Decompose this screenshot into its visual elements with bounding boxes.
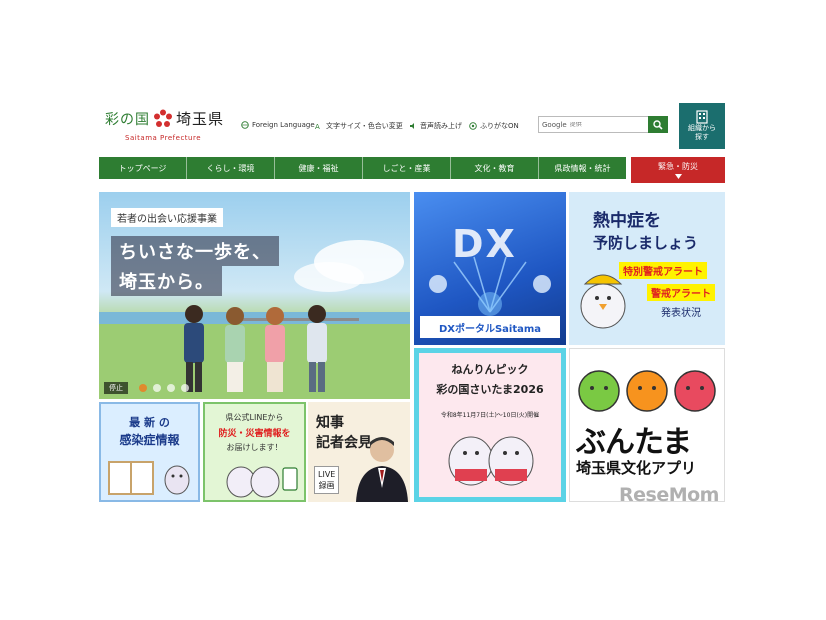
resemom-watermark: ReseMom: [619, 484, 719, 506]
dx-title: DX: [452, 222, 517, 266]
window-mascot-icon: [108, 461, 190, 495]
line-line1: 県公式LINEから: [225, 413, 284, 422]
heatstroke-banner[interactable]: 熱中症を 予防しましょう 特別警戒アラート 警戒アラート 発表状況: [569, 192, 725, 345]
logo-name-text: 埼玉県: [176, 110, 225, 128]
site-search: Google: [538, 116, 666, 133]
saitama-homepage: 彩の国 埼玉県 Saitama Prefecture Foreign Langu…: [0, 0, 826, 620]
nav-item-culture[interactable]: 文化・教育: [451, 157, 539, 179]
hero-headline-2: 埼玉から。: [111, 266, 222, 296]
search-icon: [653, 119, 663, 130]
alert-label: 警戒アラート: [647, 284, 715, 301]
heatstroke-subtitle: 予防しましょう: [593, 234, 699, 252]
slider-dot[interactable]: [139, 384, 147, 392]
hero-headline-1: ちいさな一歩を、: [111, 236, 279, 266]
line-official-banner[interactable]: 県公式LINEから 防災・災害情報を お届けします！: [203, 402, 306, 502]
furigana-icon: [469, 122, 477, 130]
building-icon: [696, 110, 708, 124]
slider-dots: [139, 384, 189, 392]
slider-pause-button[interactable]: 停止: [104, 382, 128, 394]
org-button-line1: 組織から: [688, 124, 716, 132]
speaker-icon: [410, 123, 414, 129]
org-button-line2: 探す: [695, 133, 709, 141]
covid-line1: 最 新 の: [129, 416, 170, 429]
svg-text:A: A: [315, 123, 320, 130]
site-header: 彩の国 埼玉県 Saitama Prefecture Foreign Langu…: [99, 100, 725, 152]
logo-prefix-text: 彩の国: [105, 111, 150, 128]
text-size-link[interactable]: A 文字サイズ・色合い変更: [315, 121, 403, 131]
slider-dot[interactable]: [181, 384, 189, 392]
chevron-down-icon: [674, 174, 682, 179]
text-size-label: 文字サイズ・色合い変更: [326, 122, 403, 130]
search-button[interactable]: [648, 116, 668, 133]
buntama-title: ぶんたま: [576, 425, 692, 460]
nenrinpic-banner[interactable]: ねんりんピック 彩の国さいたま2026 令和8年11月7日(土)〜10日(火)開…: [414, 348, 566, 502]
dx-portal-banner[interactable]: DX DXポータルSaitama: [414, 192, 566, 345]
nenrinpic-mascots-icon: [448, 436, 534, 486]
furigana-label: ふりがなON: [480, 122, 519, 130]
emergency-label: 緊急・防災: [658, 162, 698, 171]
heatstroke-status: 発表状況: [661, 308, 701, 319]
line-line2: 防災・災害情報を: [218, 429, 291, 439]
infection-info-banner[interactable]: 最 新 の 感染症情報: [99, 402, 200, 502]
nenrinpic-panel: ねんりんピック 彩の国さいたま2026 令和8年11月7日(土)〜10日(火)開…: [419, 353, 561, 497]
read-aloud-label: 音声読み上げ: [420, 122, 462, 130]
site-logo[interactable]: 彩の国 埼玉県: [105, 108, 224, 129]
nenrinpic-dates: 令和8年11月7日(土)〜10日(火)開催: [440, 412, 540, 419]
press-conference-banner[interactable]: 知事 記者会見 LIVE 録画: [308, 402, 410, 502]
buntama-subtitle: 埼玉県文化アプリ: [576, 459, 697, 477]
live-label: LIVE: [318, 470, 336, 479]
buntama-characters-icon: [578, 370, 716, 412]
read-aloud-link[interactable]: 音声読み上げ: [409, 121, 462, 131]
foreign-language-label: Foreign Language: [252, 121, 315, 129]
recording-label: 録画: [318, 481, 335, 490]
nav-item-top[interactable]: トップページ: [99, 157, 187, 179]
nav-item-health[interactable]: 健康・福祉: [275, 157, 363, 179]
prefecture-emblem-icon: [154, 109, 172, 127]
nav-item-govt[interactable]: 県政情報・統計: [539, 157, 626, 179]
nav-item-life[interactable]: くらし・環境: [187, 157, 275, 179]
org-search-button[interactable]: 組織から 探す: [679, 103, 725, 149]
covid-line2: 感染症情報: [119, 433, 180, 447]
globe-icon: [241, 121, 249, 129]
dx-label: DXポータルSaitama: [420, 316, 560, 338]
press-line1: 知事: [316, 415, 344, 431]
search-input[interactable]: [569, 121, 638, 128]
line-mascots-icon: [226, 466, 298, 498]
nav-item-work[interactable]: しごと・産業: [363, 157, 451, 179]
google-brand: Google: [542, 120, 567, 129]
buntama-app-banner[interactable]: ぶんたま 埼玉県文化アプリ: [569, 348, 725, 502]
emergency-button[interactable]: 緊急・防災: [631, 157, 725, 183]
special-alert-label: 特別警戒アラート: [619, 262, 707, 279]
hero-subtitle: 若者の出会い応援事業: [111, 208, 223, 227]
live-badge: LIVE 録画: [314, 466, 340, 494]
line-line3: お届けします！: [226, 443, 283, 452]
global-nav: トップページ くらし・環境 健康・福祉 しごと・産業 文化・教育 県政情報・統計: [99, 157, 626, 179]
slider-dot[interactable]: [153, 384, 161, 392]
furigana-toggle[interactable]: ふりがなON: [469, 121, 519, 131]
foreign-language-link[interactable]: Foreign Language: [241, 121, 315, 129]
hero-banner[interactable]: 若者の出会い応援事業 ちいさな一歩を、 埼玉から。 停止: [99, 192, 410, 399]
nenrinpic-title: ねんりんピック: [451, 363, 529, 376]
text-size-icon: A: [315, 123, 320, 130]
logo-english: Saitama Prefecture: [125, 134, 202, 142]
slider-dot[interactable]: [167, 384, 175, 392]
heatstroke-title: 熱中症を: [593, 211, 661, 231]
nenrinpic-subtitle: 彩の国さいたま2026: [436, 383, 544, 396]
governor-photo: [356, 437, 408, 502]
